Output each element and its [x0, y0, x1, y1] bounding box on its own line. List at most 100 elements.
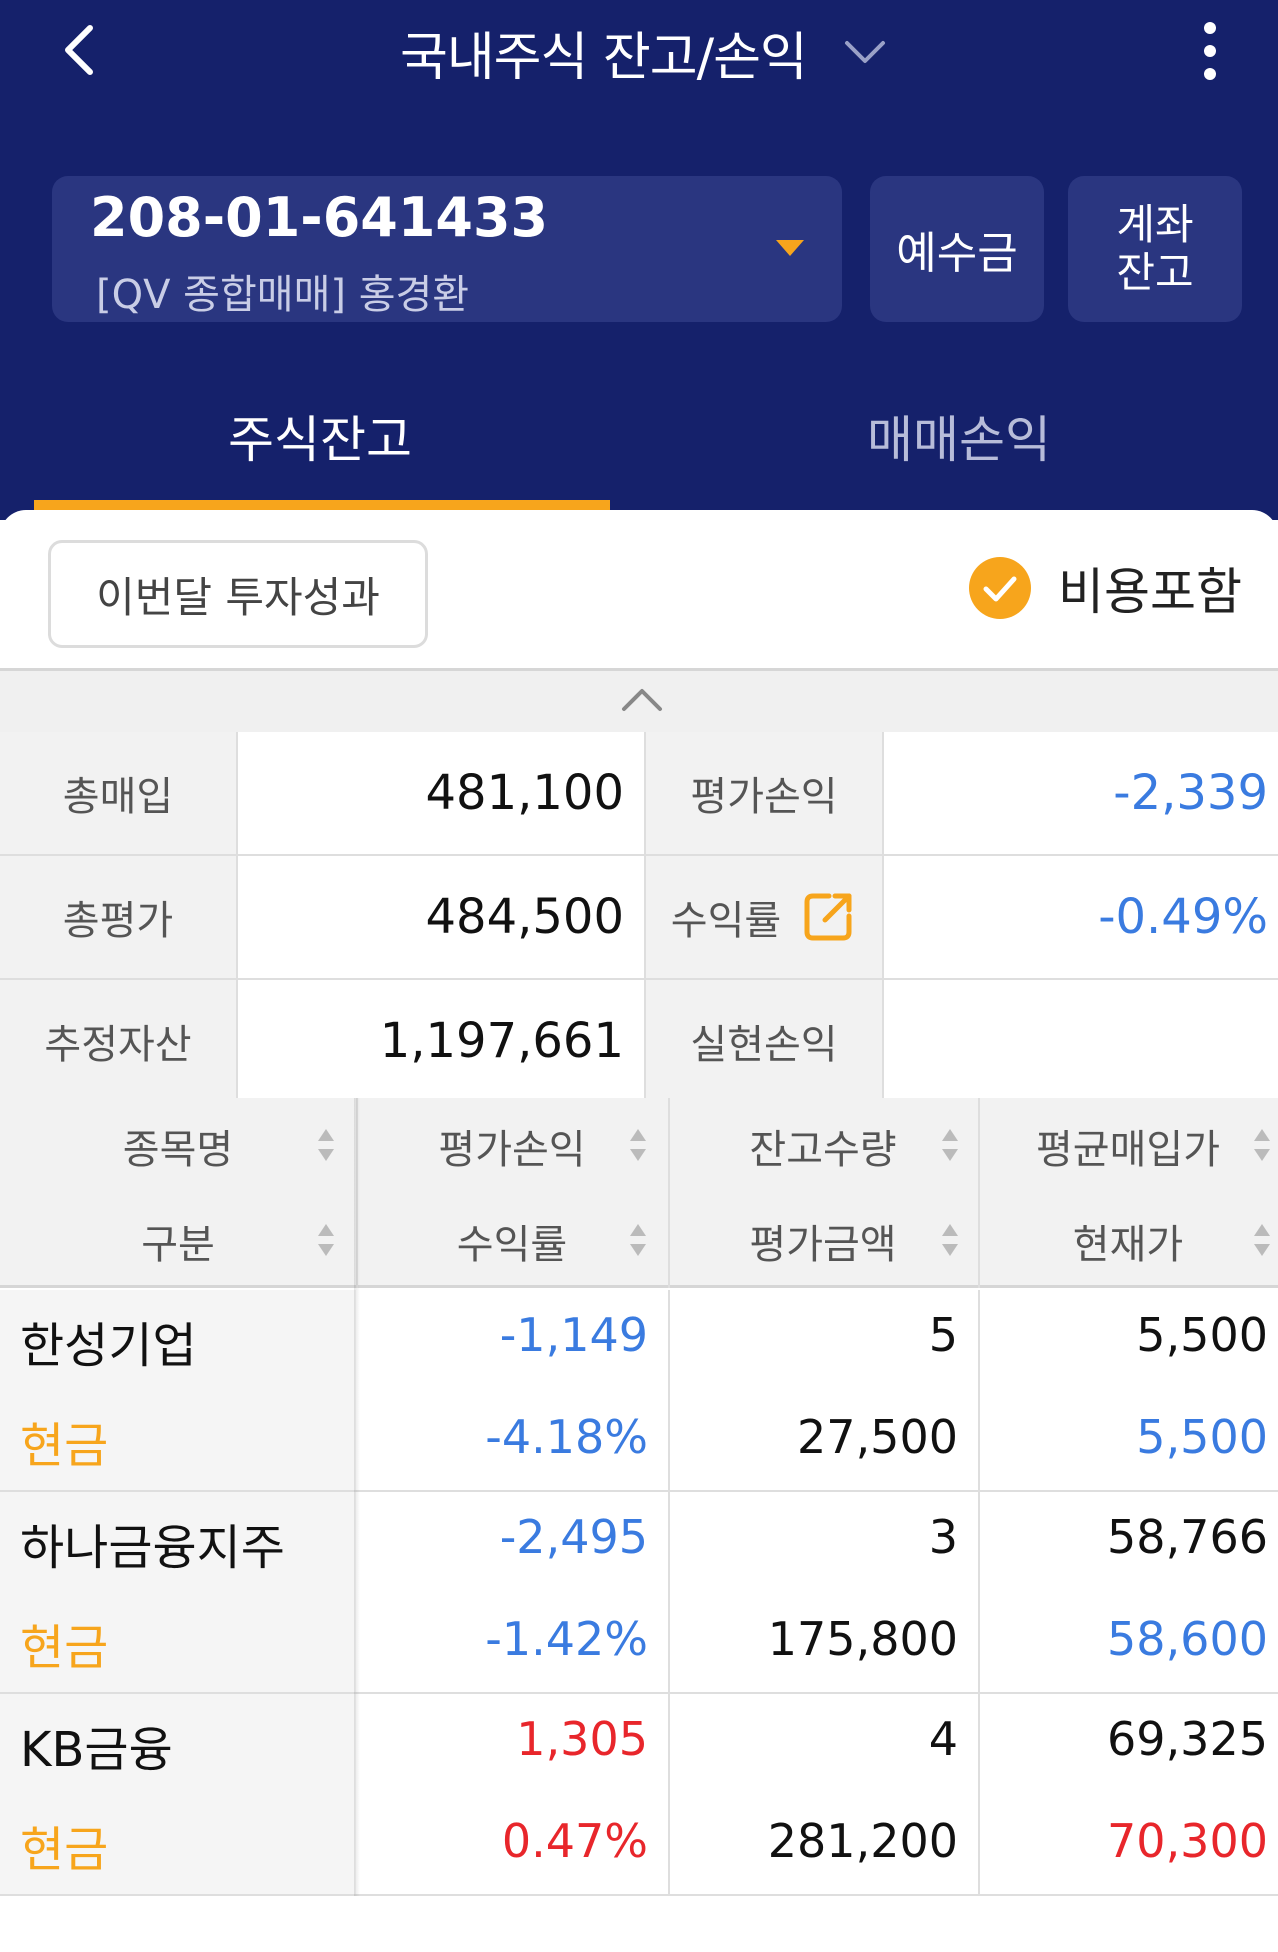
more-menu-button[interactable]: [1190, 16, 1230, 86]
sort-header-category[interactable]: 구분: [0, 1193, 356, 1288]
account-number: 208-01-641433: [90, 186, 549, 249]
stock-name: KB금융: [20, 1722, 173, 1778]
stock-name: 한성기업: [20, 1318, 197, 1374]
sort-icon: [1254, 1224, 1270, 1256]
column-header-label: 평가금액: [749, 1221, 897, 1268]
avg-buy-price: 5,500: [1136, 1308, 1268, 1362]
sort-header-rate[interactable]: 수익률: [356, 1193, 668, 1288]
deposit-button-label: 예수금: [896, 228, 1018, 279]
summary-value: 1,197,661: [379, 1013, 624, 1069]
summary-row: 추정자산 1,197,661 실현손익: [0, 980, 1278, 1104]
column-header-label: 종목명: [122, 1126, 234, 1173]
column-header-label: 수익률: [456, 1221, 568, 1268]
eval-pnl: -1,149: [499, 1308, 648, 1362]
external-link-icon[interactable]: [799, 888, 857, 946]
sort-icon: [1254, 1129, 1270, 1161]
eval-amount: 27,500: [797, 1410, 958, 1464]
chevron-left-icon: [65, 25, 93, 75]
current-price: 5,500: [1136, 1410, 1268, 1464]
more-vertical-icon: [1204, 22, 1216, 80]
tab-trading-pnl[interactable]: 매매손익: [640, 400, 1278, 472]
sort-icon: [630, 1224, 646, 1256]
holding-name-cell: 한성기업 현금: [0, 1290, 356, 1490]
return-rate: -1.42%: [485, 1612, 648, 1666]
summary-label: 실현손익: [644, 980, 884, 1102]
summary-label: 추정자산: [0, 980, 238, 1102]
summary-label: 수익률: [670, 898, 782, 944]
holding-row[interactable]: 한성기업 현금 -1,149 -4.18% 5 27,500 5,500 5,5…: [0, 1290, 1278, 1492]
account-balance-label-line1: 계좌: [1116, 200, 1194, 249]
sort-header-avg-price[interactable]: 평균매입가: [978, 1098, 1278, 1193]
sort-header-current-price[interactable]: 현재가: [978, 1193, 1278, 1288]
chevron-up-icon: [622, 689, 662, 711]
account-balance-button[interactable]: 계좌 잔고: [1068, 176, 1242, 322]
sort-header-pnl[interactable]: 평가손익: [356, 1098, 668, 1193]
current-price: 70,300: [1107, 1814, 1268, 1868]
summary-label: 총평가: [0, 856, 238, 978]
stock-name: 하나금융지주: [20, 1520, 285, 1576]
column-header-label: 잔고수량: [749, 1126, 897, 1173]
sort-icon: [942, 1224, 958, 1256]
screen-title: 국내주식 잔고/손익: [400, 27, 808, 88]
summary-row: 총매입 481,100 평가손익 -2,339: [0, 732, 1278, 856]
sort-icon: [318, 1129, 334, 1161]
column-header-label: 구분: [141, 1221, 215, 1268]
column-header-label: 평가손익: [438, 1126, 586, 1173]
summary-value: 484,500: [425, 889, 625, 945]
back-button[interactable]: [48, 14, 118, 84]
column-header-label: 평균매입가: [1036, 1126, 1220, 1173]
month-performance-button[interactable]: 이번달 투자성과: [48, 540, 428, 648]
avg-buy-price: 58,766: [1107, 1510, 1268, 1564]
account-balance-label-line2: 잔고: [1116, 248, 1194, 297]
holding-quantity: 3: [928, 1510, 958, 1564]
table-header: 종목명 평가손익 잔고수량 평균매입가 구분 수익률 평가금액 현재가: [0, 1098, 1278, 1288]
account-name: [QV 종합매매] 홍경환: [96, 272, 470, 318]
sort-icon: [318, 1224, 334, 1256]
account-selector[interactable]: 208-01-641433 [QV 종합매매] 홍경환: [52, 176, 842, 322]
holding-quantity: 5: [928, 1308, 958, 1362]
stock-category: 현금: [20, 1822, 109, 1878]
holding-row[interactable]: 하나금융지주 현금 -2,495 -1.42% 3 175,800 58,766…: [0, 1492, 1278, 1694]
holding-quantity: 4: [928, 1712, 958, 1766]
content-panel: 이번달 투자성과 비용포함 총매입 481,100 평가손익 -2,339 총평…: [0, 510, 1278, 1952]
sort-header-eval-amount[interactable]: 평가금액: [668, 1193, 978, 1288]
app-header: 국내주식 잔고/손익 208-01-641433 [QV 종합매매] 홍경환 예…: [0, 0, 1278, 520]
screen-title-dropdown[interactable]: 국내주식 잔고/손익: [400, 12, 887, 92]
eval-pnl: -2,495: [499, 1510, 648, 1564]
collapse-summary-bar[interactable]: [0, 668, 1278, 732]
chevron-down-icon: [844, 41, 885, 63]
eval-amount: 281,200: [767, 1814, 958, 1868]
summary-row: 총평가 484,500 수익률 -0.49%: [0, 856, 1278, 980]
holding-name-cell: 하나금융지주 현금: [0, 1492, 356, 1692]
column-header-label: 현재가: [1072, 1221, 1184, 1268]
sort-icon: [630, 1129, 646, 1161]
tab-stock-balance[interactable]: 주식잔고: [0, 400, 640, 472]
return-rate: 0.47%: [501, 1814, 648, 1868]
account-balance-label: 계좌 잔고: [1116, 201, 1193, 297]
stock-category: 현금: [20, 1418, 109, 1474]
summary-label: 총매입: [0, 732, 238, 854]
eval-amount: 175,800: [767, 1612, 958, 1666]
summary-value: -0.49%: [1098, 889, 1268, 945]
return-rate-label-cell[interactable]: 수익률: [644, 856, 884, 978]
frozen-column-shadow: [354, 1098, 360, 1896]
sort-icon: [942, 1129, 958, 1161]
active-tab-indicator: [34, 500, 610, 510]
return-rate: -4.18%: [485, 1410, 648, 1464]
holding-name-cell: KB금융 현금: [0, 1694, 356, 1894]
summary-value: 481,100: [425, 765, 625, 821]
summary-label: 평가손익: [644, 732, 884, 854]
holding-row[interactable]: KB금융 현금 1,305 0.47% 4 281,200 69,325 70,…: [0, 1694, 1278, 1896]
stock-category: 현금: [20, 1620, 109, 1676]
summary-value: -2,339: [1113, 765, 1268, 821]
deposit-button[interactable]: 예수금: [870, 176, 1044, 322]
sort-header-quantity[interactable]: 잔고수량: [668, 1098, 978, 1193]
current-price: 58,600: [1107, 1612, 1268, 1666]
top-bar: 국내주식 잔고/손익: [0, 0, 1278, 110]
summary-value: [884, 980, 1278, 1102]
include-fees-label[interactable]: 비용포함: [1058, 552, 1242, 624]
avg-buy-price: 69,325: [1107, 1712, 1268, 1766]
sort-header-name[interactable]: 종목명: [0, 1098, 356, 1193]
checkbox-checked-icon[interactable]: [968, 556, 1032, 620]
eval-pnl: 1,305: [516, 1712, 648, 1766]
